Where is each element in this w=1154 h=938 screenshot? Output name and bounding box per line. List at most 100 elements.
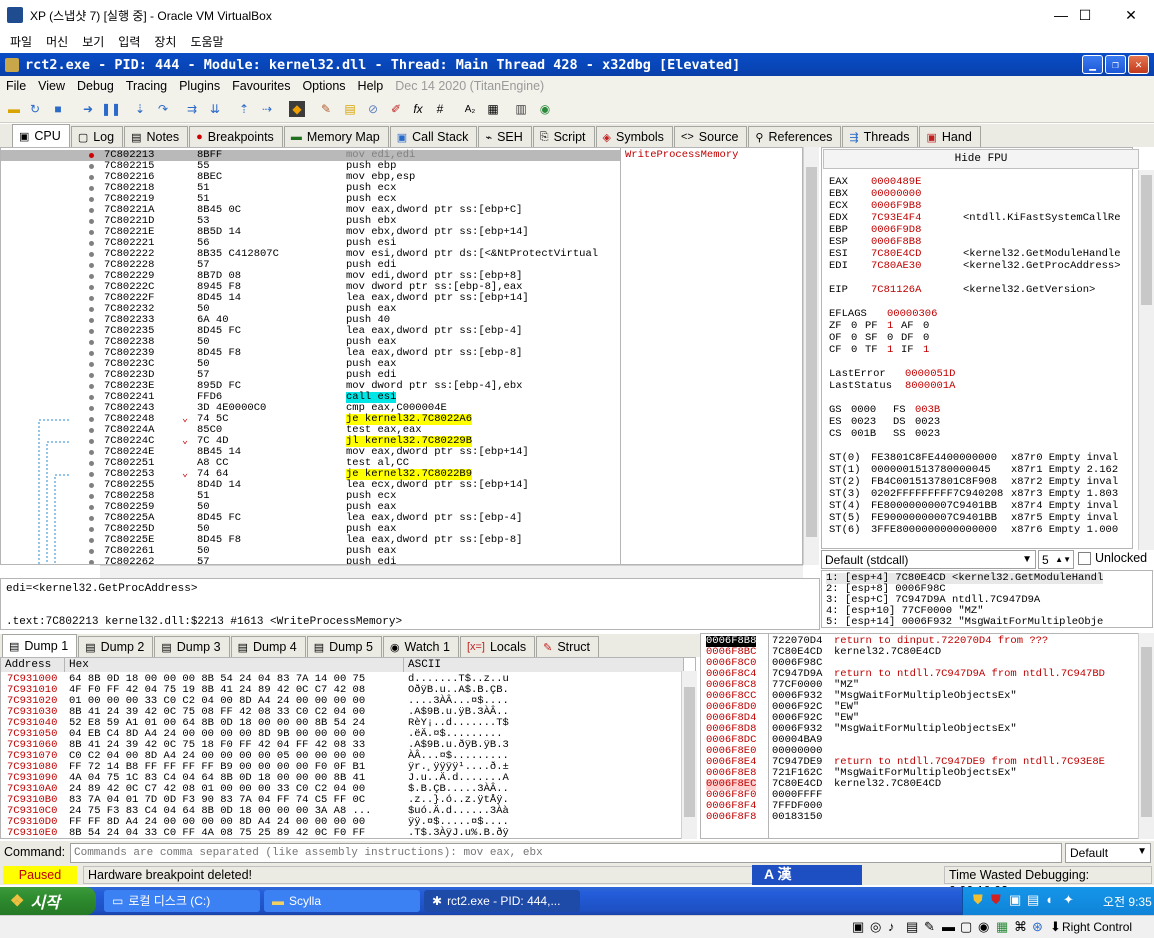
- menu-view[interactable]: View: [38, 79, 65, 93]
- xp-minimize-button[interactable]: ▁: [1082, 55, 1103, 74]
- tab-seh[interactable]: ⌁ SEH: [478, 126, 531, 147]
- maximize-button[interactable]: ☐: [1062, 0, 1108, 30]
- breakpoint-dot[interactable]: [89, 450, 94, 455]
- dump-header-hex[interactable]: Hex: [65, 658, 404, 672]
- shared-folder-icon[interactable]: ▬: [942, 919, 955, 934]
- stack-row[interactable]: 0006F8F4 7FFDF000: [701, 801, 1138, 812]
- breakpoint-dot[interactable]: [89, 461, 94, 466]
- disasm-row[interactable]: 7C802235 8D45 FC lea eax,dword ptr ss:[ebp…: [1, 326, 621, 337]
- host-menu-file[interactable]: 파일: [10, 33, 32, 50]
- menu-plugins[interactable]: Plugins: [179, 79, 220, 93]
- stack-vscroll[interactable]: [1138, 633, 1154, 839]
- register-line[interactable]: GS 0000 FS 003B: [829, 405, 957, 416]
- taskbar-item-scylla[interactable]: ▬ Scylla: [264, 890, 420, 912]
- register-line[interactable]: CF 0 TF 1 IF 1: [829, 345, 937, 356]
- host-menu-input[interactable]: 입력: [118, 33, 140, 50]
- breakpoint-dot[interactable]: [89, 296, 94, 301]
- tab-symbols[interactable]: ◈ Symbols: [596, 126, 673, 147]
- breakpoint-dot[interactable]: [89, 208, 94, 213]
- disasm-row[interactable]: 7C802259 50 push eax: [1, 502, 621, 513]
- taskbar-item-x32dbg[interactable]: ✱ rct2.exe - PID: 444,...: [424, 890, 580, 912]
- calling-convention-select[interactable]: Default (stdcall) ▼: [821, 550, 1036, 569]
- menu-options[interactable]: Options: [302, 79, 345, 93]
- usb-icon[interactable]: ✦: [1063, 892, 1074, 908]
- breakpoint-dot[interactable]: [89, 164, 94, 169]
- scylla-icon[interactable]: ◆: [289, 101, 305, 117]
- breakpoint-dot[interactable]: [89, 505, 94, 510]
- register-line[interactable]: ESI 7C80E4CD <kernel32.GetModuleHandle: [829, 249, 1133, 260]
- register-line[interactable]: ST(3) 0202FFFFFFFFF7C940208 x87r3 Empty 1.…: [829, 489, 1133, 500]
- mouse-integration-icon[interactable]: ⌘: [1014, 919, 1027, 935]
- stop-icon[interactable]: ■: [50, 101, 66, 117]
- calculator2-icon[interactable]: ▥: [513, 101, 529, 117]
- breakpoint-dot[interactable]: [89, 175, 94, 180]
- unlocked-checkbox[interactable]: [1078, 552, 1091, 565]
- step-into-icon[interactable]: ⇣: [132, 101, 148, 117]
- xp-close-button[interactable]: ✕: [1128, 55, 1149, 74]
- register-line[interactable]: ST(2) FB4C0015137801C8F908 x87r2 Empty inv…: [829, 477, 1133, 488]
- register-line[interactable]: EDX 7C93E4F4 <ntdll.KiFastSystemCallRe: [829, 213, 1133, 224]
- disasm-row[interactable]: 7C802255 8D4D 14 lea ecx,dword ptr ss:[ebp…: [1, 480, 621, 491]
- register-line[interactable]: ST(0) FE3801C8FE4400000000 x87r0 Empty inv…: [829, 453, 1133, 464]
- breakpoint-dot[interactable]: [89, 230, 94, 235]
- disasm-row[interactable]: 7C80224A 85C0 test eax,eax: [1, 425, 621, 436]
- shield-icon[interactable]: ⛊: [973, 892, 983, 908]
- breakpoint-dot[interactable]: [89, 395, 94, 400]
- disasm-row[interactable]: 7C802239 8D45 F8 lea eax,dword ptr ss:[ebp…: [1, 348, 621, 359]
- register-line[interactable]: EBP 0006F9D8: [829, 225, 1133, 236]
- tab-handles[interactable]: ▣ Hand: [919, 126, 980, 147]
- disasm-row[interactable]: 7C802233 6A 40 push 40: [1, 315, 621, 326]
- disasm-row[interactable]: 7C802215 55 push ebp: [1, 161, 621, 172]
- registers-panel[interactable]: EAX 0000489E EBX 00000000 ECX 0006F9B8 EDX 7C93…: [821, 147, 1133, 549]
- disasm-row[interactable]: 7C802261 50 push eax: [1, 546, 621, 557]
- hash-icon[interactable]: #: [432, 101, 448, 117]
- trace-into-icon[interactable]: ⇉: [184, 101, 200, 117]
- breakpoint-dot[interactable]: [89, 329, 94, 334]
- breakpoint-dot[interactable]: [89, 560, 94, 565]
- breakpoint-dot[interactable]: [89, 351, 94, 356]
- disasm-row[interactable]: 7C80222F 8D45 14 lea eax,dword ptr ss:[ebp…: [1, 293, 621, 304]
- recording-icon[interactable]: ◉: [978, 919, 989, 935]
- breakpoint-dot[interactable]: [89, 549, 94, 554]
- register-line[interactable]: EAX 0000489E: [829, 177, 1133, 188]
- hdd-icon[interactable]: ▣: [852, 919, 864, 935]
- host-menu-help[interactable]: 도움말: [190, 33, 223, 50]
- menu-debug[interactable]: Debug: [77, 79, 114, 93]
- host-menu-machine[interactable]: 머신: [46, 33, 68, 50]
- label-icon[interactable]: ▤: [342, 101, 358, 117]
- dump-header-ascii[interactable]: ASCII: [404, 658, 684, 672]
- disasm-row[interactable]: 7C80221E 8B5D 14 mov ebx,dword ptr ss:[ebp…: [1, 227, 621, 238]
- tab-dump-2[interactable]: ▤ Dump 2: [78, 636, 153, 657]
- register-line[interactable]: LastStatus 8000001A: [829, 381, 985, 392]
- step-over-icon[interactable]: ↷: [155, 101, 171, 117]
- volume-icon[interactable]: ◖: [1045, 892, 1053, 907]
- stack-argument-row[interactable]: 5: [esp+14] 0006F932 "MsgWaitForMultiple…: [826, 617, 1103, 628]
- disasm-row[interactable]: 7C802216 8BEC mov ebp,esp: [1, 172, 621, 183]
- tab-notes[interactable]: ▤ Notes: [124, 126, 188, 147]
- registers-vscroll[interactable]: [1138, 170, 1154, 550]
- stack-row[interactable]: 0006F8CC 0006F932 "MsgWaitForMultipleObjec…: [701, 691, 1138, 702]
- tab-watch-1[interactable]: ◉ Watch 1: [383, 636, 459, 657]
- breakpoint-dot[interactable]: [89, 263, 94, 268]
- stack-view[interactable]: 0006F8B8 722070D4 return to dinput.722070D…: [700, 633, 1154, 839]
- command-input[interactable]: [70, 843, 1062, 863]
- breakpoint-dot[interactable]: [89, 516, 94, 521]
- stack-row[interactable]: 0006F8D0 0006F92C "EW": [701, 702, 1138, 713]
- menu-help[interactable]: Help: [358, 79, 384, 93]
- stack-row[interactable]: 0006F8D8 0006F932 "MsgWaitForMultipleObjec…: [701, 724, 1138, 735]
- stack-arguments[interactable]: 1: [esp+4] 7C80E4CD <kernel32.GetModuleH…: [821, 570, 1153, 628]
- close-button[interactable]: ✕: [1108, 0, 1154, 30]
- breakpoint-dot[interactable]: [89, 439, 94, 444]
- menu-file[interactable]: File: [6, 79, 26, 93]
- disasm-row[interactable]: 7C80221A 8B45 0C mov eax,dword ptr ss:[ebp…: [1, 205, 621, 216]
- disasm-row[interactable]: 7C80223C 50 push eax: [1, 359, 621, 370]
- stack-row[interactable]: 0006F8DC 00004BA9: [701, 735, 1138, 746]
- tab-threads[interactable]: ⇶ Threads: [842, 126, 918, 147]
- dump-row[interactable]: 7C9310E0 8B 54 24 04 33 C0 FF 4A 08 75 25…: [1, 828, 681, 839]
- disasm-row[interactable]: 7C80225A 8D45 FC lea eax,dword ptr ss:[ebp…: [1, 513, 621, 524]
- register-line[interactable]: ST(6) 3FFE8000000000000000 x87r6 Empty 1.0…: [829, 525, 1133, 536]
- restart-icon[interactable]: ↻: [27, 101, 43, 117]
- register-line[interactable]: ZF 0 PF 1 AF 0: [829, 321, 937, 332]
- dump-header-address[interactable]: Address: [1, 658, 65, 672]
- tab-call-stack[interactable]: ▣ Call Stack: [390, 126, 478, 147]
